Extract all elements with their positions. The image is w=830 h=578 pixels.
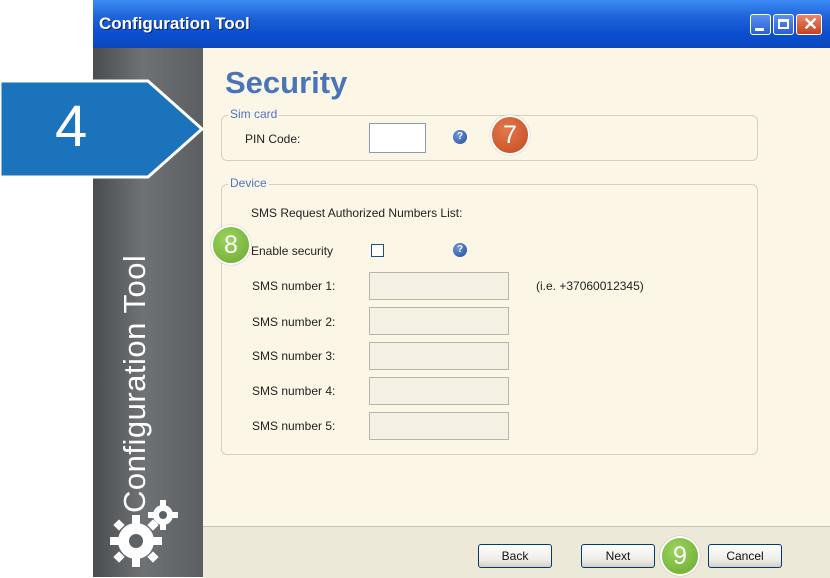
cancel-button[interactable]: Cancel: [708, 544, 782, 568]
close-icon: ✕: [803, 14, 819, 34]
device-group: Device SMS Request Authorized Numbers Li…: [221, 176, 758, 455]
sms-number-2-label: SMS number 2:: [252, 315, 336, 329]
sms-example-hint: (i.e. +37060012345): [536, 279, 644, 293]
sms-number-3-label: SMS number 3:: [252, 349, 336, 363]
sms-number-3-input[interactable]: [369, 342, 509, 370]
sms-number-5-label: SMS number 5:: [252, 419, 336, 433]
maximize-icon: [778, 19, 789, 29]
pin-code-input[interactable]: [369, 123, 426, 153]
enable-security-label: Enable security: [251, 244, 334, 258]
authorized-numbers-label: SMS Request Authorized Numbers List:: [251, 206, 463, 220]
sms-number-5-input[interactable]: [369, 412, 509, 440]
sms-number-4-label: SMS number 4:: [252, 384, 336, 398]
next-button[interactable]: Next: [581, 544, 655, 568]
callout-7-badge: 7: [490, 115, 530, 155]
page-title: Security: [225, 65, 348, 100]
step-number: 4: [55, 94, 88, 159]
pin-help-icon[interactable]: ?: [453, 130, 467, 144]
enable-security-checkbox[interactable]: [371, 244, 384, 257]
security-help-icon[interactable]: ?: [453, 243, 467, 257]
sim-card-legend: Sim card: [228, 107, 280, 121]
window-title: Configuration Tool: [99, 14, 250, 33]
close-button[interactable]: ✕: [796, 14, 822, 35]
bottom-button-bar: Back Next Cancel: [203, 526, 830, 578]
callout-8-badge: 8: [211, 225, 251, 265]
device-legend: Device: [228, 176, 269, 190]
back-button[interactable]: Back: [478, 544, 552, 568]
maximize-button[interactable]: [773, 14, 794, 35]
gear-icon: [110, 500, 178, 567]
sms-number-2-input[interactable]: [369, 307, 509, 335]
side-banner-label: Configuration Tool: [117, 254, 152, 513]
title-bar[interactable]: Configuration Tool ✕: [93, 0, 830, 48]
minimize-icon: [755, 28, 764, 31]
pin-code-label: PIN Code:: [245, 132, 301, 146]
sms-number-4-input[interactable]: [369, 377, 509, 405]
callout-9-badge: 9: [660, 536, 700, 576]
sms-number-1-label: SMS number 1:: [252, 279, 336, 293]
minimize-button[interactable]: [750, 14, 771, 35]
step-4-arrow-callout: [0, 79, 205, 179]
sms-number-1-input[interactable]: [369, 272, 509, 300]
